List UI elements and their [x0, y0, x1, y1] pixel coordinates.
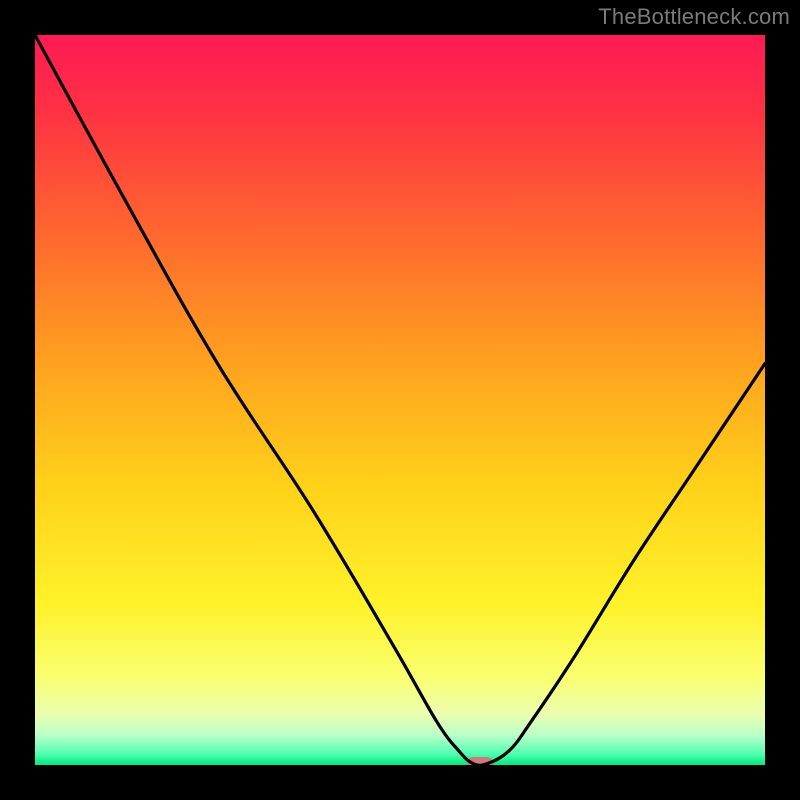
curve-path: [35, 35, 765, 765]
watermark-text: TheBottleneck.com: [598, 4, 790, 30]
chart-frame: TheBottleneck.com: [0, 0, 800, 800]
bottleneck-curve: [35, 35, 765, 765]
plot-area: [35, 35, 765, 765]
